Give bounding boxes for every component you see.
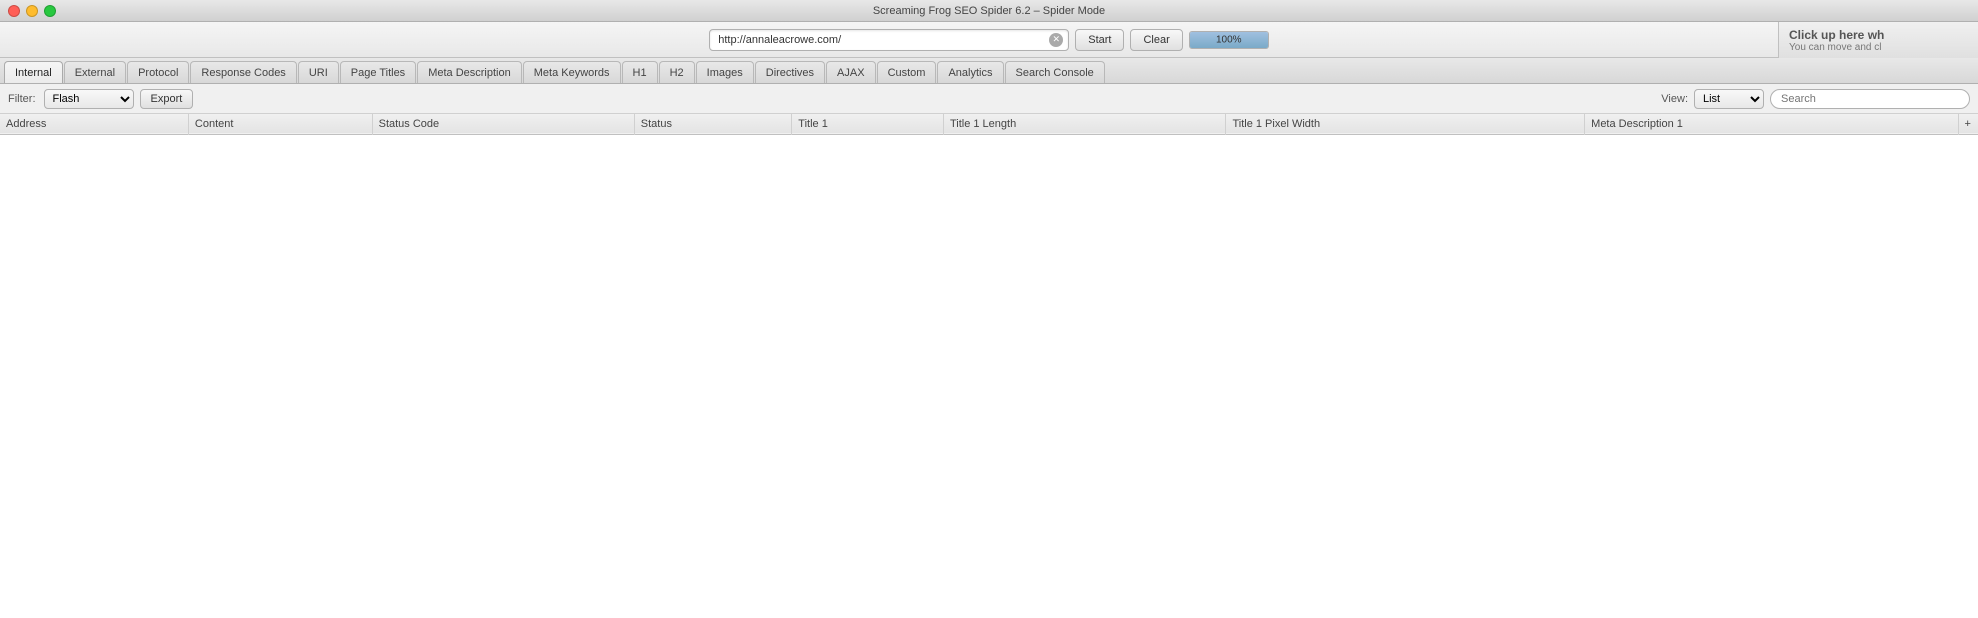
tab-response-codes[interactable]: Response Codes [190, 61, 296, 83]
url-clear-button[interactable]: ✕ [1049, 33, 1063, 47]
search-input[interactable] [1770, 89, 1970, 109]
window-title: Screaming Frog SEO Spider 6.2 – Spider M… [873, 5, 1105, 17]
titlebar: Screaming Frog SEO Spider 6.2 – Spider M… [0, 0, 1978, 22]
filterbar: Filter: FlashAllHTMLJavaScriptCSSImagesP… [0, 84, 1978, 114]
col-header-title1-pixel-width[interactable]: Title 1 Pixel Width [1226, 114, 1585, 134]
right-panel-subtext: You can move and cl [1789, 42, 1884, 53]
clear-button[interactable]: Clear [1130, 29, 1182, 51]
maximize-button[interactable] [44, 5, 56, 17]
filter-select[interactable]: FlashAllHTMLJavaScriptCSSImagesPDF [44, 89, 134, 109]
minimize-button[interactable] [26, 5, 38, 17]
tab-images[interactable]: Images [696, 61, 754, 83]
export-button[interactable]: Export [140, 89, 194, 109]
table-header: AddressContentStatus CodeStatusTitle 1Ti… [0, 114, 1978, 134]
col-header-title1-length[interactable]: Title 1 Length [943, 114, 1226, 134]
tab-h2[interactable]: H2 [659, 61, 695, 83]
toolbar: ✕ Start Clear 100% Click up here wh You … [0, 22, 1978, 58]
table-header-row: AddressContentStatus CodeStatusTitle 1Ti… [0, 114, 1978, 134]
tab-protocol[interactable]: Protocol [127, 61, 189, 83]
tab-page-titles[interactable]: Page Titles [340, 61, 416, 83]
filter-label: Filter: [8, 93, 36, 105]
col-header-content[interactable]: Content [188, 114, 372, 134]
tab-meta-description[interactable]: Meta Description [417, 61, 522, 83]
tab-external[interactable]: External [64, 61, 126, 83]
right-panel: Click up here wh You can move and cl [1778, 22, 1978, 58]
progress-label: 100% [1216, 34, 1242, 45]
view-section: View: ListGridTree [1661, 89, 1970, 109]
tab-custom[interactable]: Custom [877, 61, 937, 83]
col-header-meta-desc1[interactable]: Meta Description 1 [1585, 114, 1958, 134]
data-table: AddressContentStatus CodeStatusTitle 1Ti… [0, 114, 1978, 135]
col-header-title1[interactable]: Title 1 [792, 114, 944, 134]
col-header-address[interactable]: Address [0, 114, 188, 134]
tab-ajax[interactable]: AJAX [826, 61, 876, 83]
window-controls [8, 5, 56, 17]
progress-bar: 100% [1189, 31, 1269, 49]
url-bar-container: ✕ [709, 29, 1069, 51]
view-select[interactable]: ListGridTree [1694, 89, 1764, 109]
start-button[interactable]: Start [1075, 29, 1124, 51]
tab-internal[interactable]: Internal [4, 61, 63, 83]
col-header-status[interactable]: Status [634, 114, 792, 134]
tabbar: InternalExternalProtocolResponse CodesUR… [0, 58, 1978, 84]
tab-meta-keywords[interactable]: Meta Keywords [523, 61, 621, 83]
col-header-status-code[interactable]: Status Code [372, 114, 634, 134]
close-button[interactable] [8, 5, 20, 17]
right-panel-text: Click up here wh [1789, 28, 1884, 42]
tab-h1[interactable]: H1 [622, 61, 658, 83]
url-input[interactable] [709, 29, 1069, 51]
tab-analytics[interactable]: Analytics [937, 61, 1003, 83]
view-label: View: [1661, 93, 1688, 105]
table-container: AddressContentStatus CodeStatusTitle 1Ti… [0, 114, 1978, 618]
add-column-button[interactable]: + [1958, 114, 1978, 134]
tab-search-console[interactable]: Search Console [1005, 61, 1105, 83]
tab-directives[interactable]: Directives [755, 61, 825, 83]
main-content: AddressContentStatus CodeStatusTitle 1Ti… [0, 114, 1978, 618]
tab-uri[interactable]: URI [298, 61, 339, 83]
